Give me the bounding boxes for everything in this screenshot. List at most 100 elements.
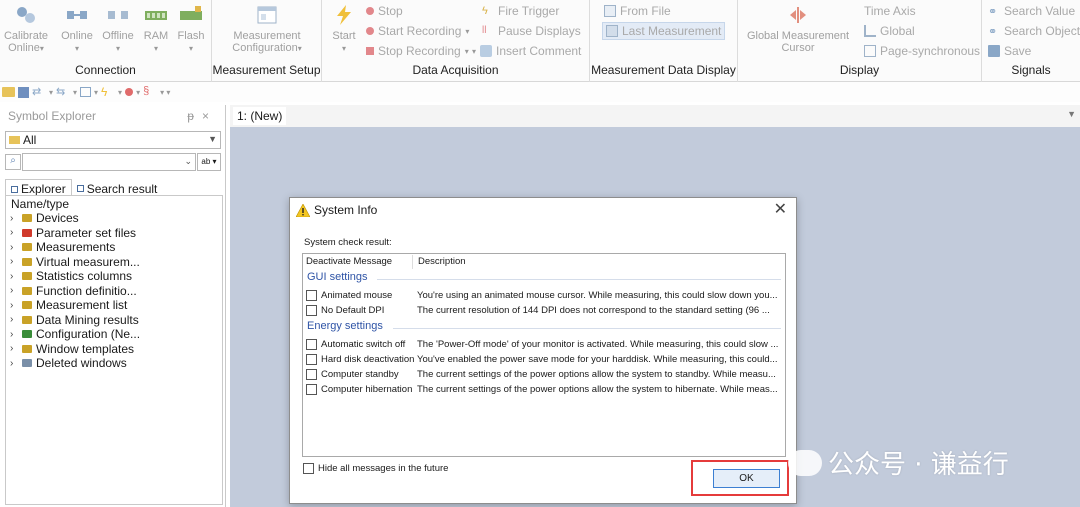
- deactivate-checkbox[interactable]: [306, 368, 317, 380]
- close-icon[interactable]: ×: [202, 109, 217, 123]
- watermark-text: 公众号 · 谦益行: [828, 450, 1009, 480]
- ribbon: Calibrate Online▾ Online ▾ Offline ▾ RAM ▾ …: [0, 0, 1080, 82]
- save-signals-button[interactable]: Save: [988, 44, 1031, 58]
- message-row[interactable]: Automatic switch off The 'Power-Off mode'…: [306, 337, 781, 351]
- chevron-right-icon[interactable]: ›: [10, 242, 20, 253]
- measurement-setup-group-label: Measurement Setup: [212, 63, 321, 77]
- deactivate-checkbox[interactable]: [306, 289, 317, 301]
- fire-trigger-button[interactable]: ϟ Fire Trigger: [482, 4, 559, 18]
- tree-column-header[interactable]: Name/type: [6, 196, 222, 211]
- quick-access-toolbar: ⇄ ▾ ⇆ ▾ ▾ ϟ ▾ ▾ § ▾ ▾: [0, 82, 1080, 102]
- search-object-button[interactable]: ⚭ Search Object: [988, 24, 1080, 38]
- global-button[interactable]: Global: [864, 24, 915, 38]
- search-value-button[interactable]: ⚭ Search Value: [988, 4, 1075, 18]
- insert-comment-button[interactable]: ▾ Insert Comment: [472, 44, 581, 58]
- tree-item[interactable]: › Function definitio...: [6, 284, 222, 299]
- deactivate-checkbox[interactable]: [306, 338, 317, 350]
- chevron-right-icon[interactable]: ›: [10, 213, 20, 224]
- connect-icon[interactable]: ⇄: [32, 85, 46, 99]
- tree-item[interactable]: › Devices: [6, 211, 222, 226]
- message-row[interactable]: Computer standby The current settings of …: [306, 367, 781, 381]
- record-icon[interactable]: [125, 88, 134, 96]
- symbol-tree: Name/type › Devices › Parameter set files › M…: [5, 195, 223, 505]
- deactivate-checkbox[interactable]: [306, 304, 317, 316]
- connection-group: Calibrate Online▾ Online ▾ Offline ▾ RAM ▾ …: [0, 0, 212, 82]
- start-button[interactable]: Start ▾: [328, 4, 360, 55]
- stop-button[interactable]: Stop: [366, 4, 403, 18]
- global-measurement-cursor-button[interactable]: Global Measurement Cursor: [740, 4, 856, 54]
- pin-icon[interactable]: ᵽ: [187, 109, 202, 123]
- folder-icon: [22, 228, 32, 237]
- display-group-label: Display: [839, 63, 880, 77]
- save-icon[interactable]: [18, 86, 29, 98]
- chevron-right-icon[interactable]: ›: [10, 300, 20, 311]
- pause-displays-button[interactable]: ll Pause Displays: [482, 24, 581, 38]
- column-deactivate-message[interactable]: Deactivate Message: [306, 256, 392, 267]
- trigger-icon: ϟ: [482, 5, 488, 17]
- tree-item-label: Window templates: [36, 341, 135, 356]
- deactivate-checkbox[interactable]: [306, 383, 317, 395]
- folder-icon: [22, 330, 32, 339]
- online-button[interactable]: Online ▾: [58, 4, 96, 55]
- message-row[interactable]: Animated mouse You're using an animated m…: [306, 288, 781, 302]
- chevron-down-icon[interactable]: ▼: [1067, 109, 1076, 119]
- message-description: The current resolution of 144 DPI does n…: [417, 304, 770, 316]
- search-icon[interactable]: ⌕: [5, 154, 21, 170]
- measurement-data-display-group-label: Measurement Data Display: [591, 63, 736, 77]
- calibrate-online-button[interactable]: Calibrate Online▾: [2, 4, 50, 55]
- tree-item[interactable]: › Virtual measurem...: [6, 255, 222, 270]
- offline-button[interactable]: Offline ▾: [98, 4, 138, 55]
- lightning-icon[interactable]: ϟ: [101, 85, 115, 99]
- tree-item[interactable]: › Measurement list: [6, 298, 222, 313]
- measurement-configuration-button[interactable]: Measurement Configuration▾: [216, 4, 318, 55]
- binoculars-icon: ⚭: [988, 6, 998, 18]
- symbol-explorer-title: Symbol Explorer: [8, 109, 97, 123]
- tree-item[interactable]: › Window templates: [6, 342, 222, 357]
- search-input[interactable]: ⌄: [22, 153, 196, 171]
- time-axis-button[interactable]: Time Axis: [864, 4, 916, 18]
- tab-new-page[interactable]: 1: (New): [233, 107, 287, 125]
- deactivate-checkbox[interactable]: [306, 353, 317, 365]
- filter-dropdown[interactable]: All ▼: [5, 131, 221, 149]
- message-description: The current settings of the power option…: [417, 383, 778, 395]
- tree-item[interactable]: › Measurements: [6, 240, 222, 255]
- stop-recording-button[interactable]: Stop Recording ▾: [366, 44, 469, 58]
- tree-item[interactable]: › Parameter set files: [6, 226, 222, 241]
- tree-item-label: Virtual measurem...: [36, 254, 140, 269]
- tree-item[interactable]: › Statistics columns: [6, 269, 222, 284]
- chevron-right-icon[interactable]: ›: [10, 314, 20, 325]
- tree-item-label: Data Mining results: [36, 312, 139, 327]
- hide-messages-row[interactable]: Hide all messages in the future: [303, 463, 448, 474]
- chevron-right-icon[interactable]: ›: [10, 256, 20, 267]
- chevron-right-icon[interactable]: ›: [10, 329, 20, 340]
- window-icon[interactable]: [80, 87, 92, 97]
- tree-item[interactable]: › Deleted windows: [6, 356, 222, 371]
- disconnect-icon[interactable]: ⇆: [56, 85, 70, 99]
- start-recording-button[interactable]: Start Recording ▾: [366, 24, 469, 38]
- chevron-right-icon[interactable]: ›: [10, 358, 20, 369]
- customize-icon[interactable]: §: [143, 85, 157, 99]
- save-icon: [988, 45, 1000, 57]
- last-measurement-label: Last Measurement: [622, 24, 722, 38]
- message-row[interactable]: No Default DPI The current resolution of …: [306, 303, 781, 317]
- section-title: GUI settings: [307, 271, 368, 283]
- ram-button[interactable]: RAM ▾: [140, 4, 172, 55]
- last-measurement-button[interactable]: Last Measurement: [602, 22, 726, 40]
- chevron-right-icon[interactable]: ›: [10, 343, 20, 354]
- page-synchronous-button[interactable]: Page-synchronous: [864, 44, 980, 58]
- hide-messages-checkbox[interactable]: [303, 463, 314, 474]
- from-file-button[interactable]: From File: [604, 4, 671, 18]
- close-icon[interactable]: ✕: [774, 202, 787, 218]
- flash-button[interactable]: Flash ▾: [174, 4, 208, 55]
- message-row[interactable]: Hard disk deactivation You've enabled the…: [306, 352, 781, 366]
- search-options-button[interactable]: ab ▾: [197, 153, 221, 171]
- open-folder-icon[interactable]: [2, 87, 15, 97]
- tree-item[interactable]: › Data Mining results: [6, 313, 222, 328]
- chevron-right-icon[interactable]: ›: [10, 227, 20, 238]
- message-row[interactable]: Computer hibernation The current settings…: [306, 382, 781, 396]
- tree-item[interactable]: › Configuration (Ne...: [6, 327, 222, 342]
- chevron-right-icon[interactable]: ›: [10, 285, 20, 296]
- chevron-right-icon[interactable]: ›: [10, 271, 20, 282]
- stop-icon: [366, 7, 374, 15]
- column-description[interactable]: Description: [418, 256, 466, 267]
